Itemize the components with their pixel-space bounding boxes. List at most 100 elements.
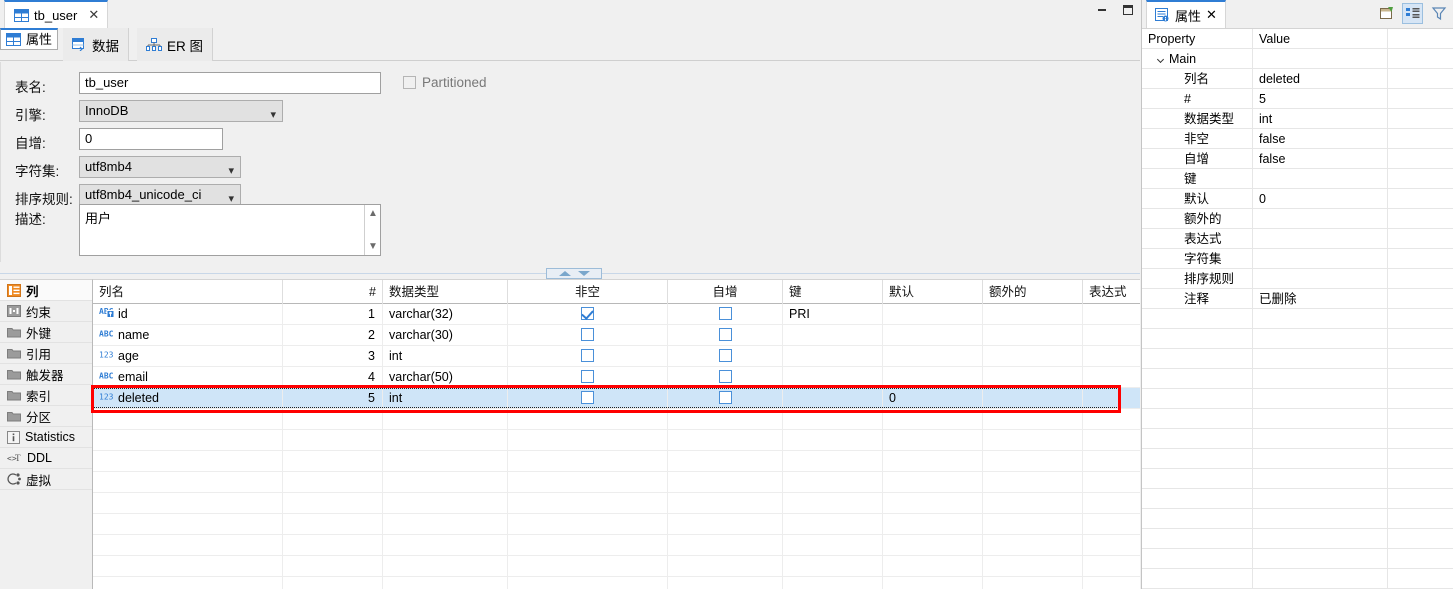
cell-empty[interactable] [1083,430,1140,451]
property-row[interactable]: 列名 deleted [1142,69,1453,89]
cell-empty[interactable] [383,409,508,430]
cell-deflt[interactable] [883,325,983,346]
auto-increment-checkbox[interactable] [718,328,732,341]
cell-notnull[interactable] [508,346,668,367]
property-row[interactable] [1142,349,1453,369]
cell-empty[interactable] [1083,577,1140,589]
cell-empty[interactable] [93,514,283,535]
cell-empty[interactable] [783,430,883,451]
not-null-checkbox[interactable] [581,370,594,383]
cell-empty[interactable] [668,451,783,472]
cell-empty[interactable] [883,409,983,430]
cell-empty[interactable] [283,535,383,556]
cell-empty[interactable] [508,472,668,493]
cell-empty[interactable] [93,409,283,430]
cell-name[interactable]: 123 age [93,346,283,367]
nav-item-Statistics[interactable]: Statistics [0,427,92,448]
cell-empty[interactable] [1083,514,1140,535]
chevron-expanded-icon[interactable] [1156,55,1165,64]
not-null-checkbox[interactable] [581,328,594,341]
cell-empty[interactable] [383,451,508,472]
table-row-empty[interactable] [93,430,1140,451]
close-icon[interactable]: ✕ [88,7,99,23]
cell-datatype[interactable]: varchar(50) [383,367,508,388]
cell-empty[interactable] [508,535,668,556]
collation-select[interactable]: utf8mb4_unicode_ci ▾ [79,184,241,206]
nav-item-约束[interactable]: 约束 [0,301,92,322]
cell-extra[interactable] [983,346,1083,367]
grid-header-key[interactable]: 键 [783,280,883,304]
nav-item-分区[interactable]: 分区 [0,406,92,427]
properties-table[interactable]: Property Value Main 列名 deleted #5 数据类型 int 非空 fal… [1142,28,1453,589]
auto-increment-input[interactable]: 0 [79,128,223,150]
new-note-icon[interactable] [1376,3,1397,24]
cell-empty[interactable] [783,409,883,430]
cell-empty[interactable] [1083,535,1140,556]
property-value[interactable] [1253,449,1388,469]
property-row[interactable]: 字符集 [1142,249,1453,269]
grid-header-num[interactable]: # [283,280,383,304]
cell-empty[interactable] [668,493,783,514]
cell-empty[interactable] [783,535,883,556]
property-row[interactable] [1142,429,1453,449]
cell-expr[interactable] [1083,346,1140,367]
property-row[interactable]: 非空 false [1142,129,1453,149]
maximize-button[interactable] [1122,4,1134,19]
cell-empty[interactable] [1083,493,1140,514]
table-name-input[interactable]: tb_user [79,72,381,94]
property-value[interactable] [1253,489,1388,509]
cell-empty[interactable] [1083,556,1140,577]
cell-empty[interactable] [93,451,283,472]
property-row[interactable] [1142,409,1453,429]
property-value[interactable] [1253,549,1388,569]
property-row[interactable] [1142,509,1453,529]
table-row-empty[interactable] [93,409,1140,430]
grid-header-notnull[interactable]: 非空 [508,280,668,304]
cell-empty[interactable] [383,493,508,514]
property-value[interactable] [1253,309,1388,329]
charset-select[interactable]: utf8mb4 ▾ [79,156,241,178]
property-value[interactable] [1253,389,1388,409]
table-row-empty[interactable] [93,556,1140,577]
cell-deflt[interactable] [883,304,983,325]
cell-empty[interactable] [983,514,1083,535]
cell-empty[interactable] [508,556,668,577]
cell-empty[interactable] [93,535,283,556]
property-value[interactable]: 已删除 [1253,289,1388,309]
cell-autoinc[interactable] [668,325,783,346]
property-value[interactable] [1253,269,1388,289]
cell-empty[interactable] [883,493,983,514]
nav-item-DDL[interactable]: <> T DDL [0,448,92,469]
tab-properties[interactable]: 属性 [0,28,59,50]
property-value[interactable]: Value [1253,29,1388,49]
tab-data[interactable]: 数据 [63,28,129,61]
cell-expr[interactable] [1083,388,1140,409]
property-value[interactable] [1253,529,1388,549]
collapse-down-icon[interactable] [577,271,590,276]
property-row[interactable] [1142,369,1453,389]
grid-header-name[interactable]: 列名 [93,280,283,304]
property-row[interactable] [1142,329,1453,349]
cell-empty[interactable] [668,556,783,577]
cell-empty[interactable] [668,472,783,493]
cell-empty[interactable] [983,451,1083,472]
cell-empty[interactable] [983,409,1083,430]
cell-autoinc[interactable] [668,346,783,367]
cell-empty[interactable] [883,556,983,577]
minimize-button[interactable] [1096,4,1108,19]
table-row[interactable]: 123deleted5int0已删除 [93,388,1140,409]
cell-extra[interactable] [983,304,1083,325]
cell-empty[interactable] [983,535,1083,556]
cell-empty[interactable] [283,514,383,535]
cell-empty[interactable] [1083,451,1140,472]
auto-increment-checkbox[interactable] [718,391,732,404]
property-row[interactable] [1142,449,1453,469]
property-row[interactable]: 键 [1142,169,1453,189]
property-value[interactable] [1253,229,1388,249]
property-row[interactable]: 默认 0 [1142,189,1453,209]
table-row-empty[interactable] [93,514,1140,535]
description-scrollbar[interactable]: ▲ ▼ [364,205,380,255]
property-row[interactable]: #5 [1142,89,1453,109]
cell-empty[interactable] [383,556,508,577]
property-row[interactable]: 注释 已删除 [1142,289,1453,309]
